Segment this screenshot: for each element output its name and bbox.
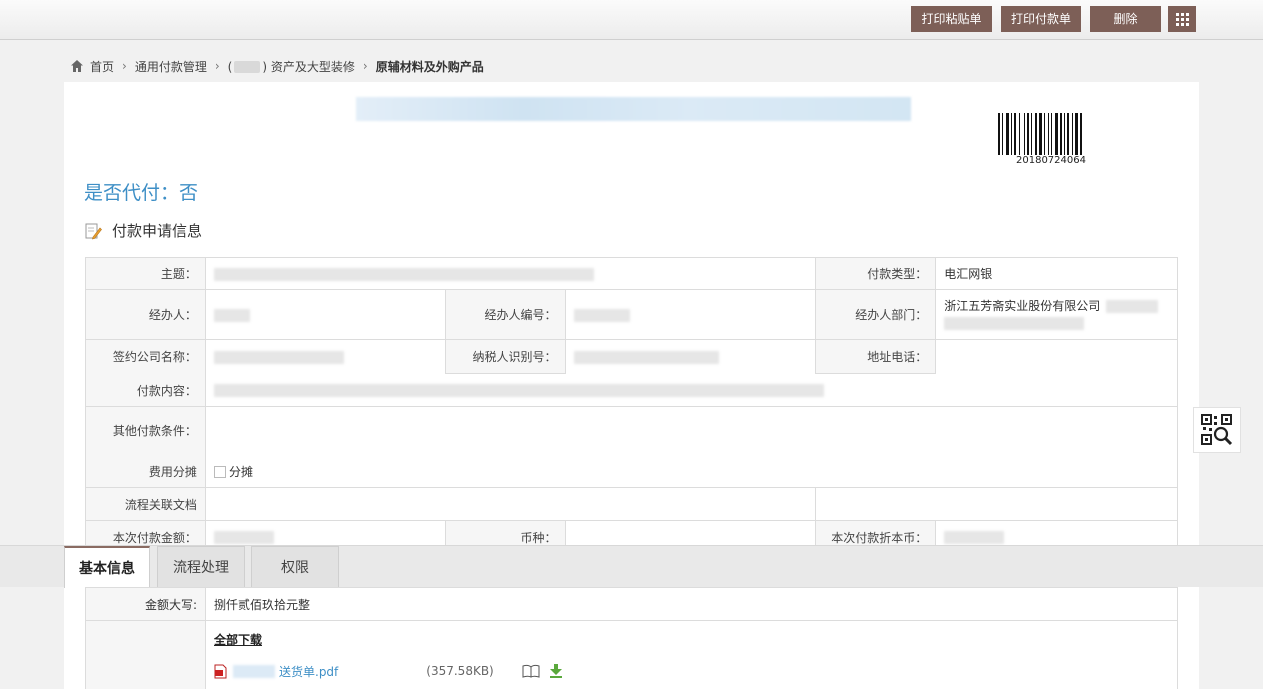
grid-icon bbox=[1175, 12, 1189, 26]
related-docs-extra bbox=[815, 487, 1178, 521]
pdf-file-icon bbox=[214, 664, 227, 678]
content-label: 付款内容： bbox=[85, 373, 206, 407]
taxpayer-value bbox=[564, 339, 817, 374]
chevron-right-icon: › bbox=[122, 59, 127, 73]
subject-value bbox=[204, 257, 817, 290]
handler-no-value bbox=[564, 289, 817, 340]
section-title: 付款申请信息 bbox=[84, 220, 202, 241]
handler-no-label: 经办人编号： bbox=[444, 289, 566, 340]
tab-basic-info[interactable]: 基本信息 bbox=[64, 546, 150, 588]
address-value bbox=[935, 339, 1178, 374]
breadcrumb-level1[interactable]: 通用付款管理 bbox=[135, 58, 207, 75]
lower-form-table: 金额大写: 捌仟贰佰玖拾元整 全部下载 送货单.pdf (357.58KB) bbox=[85, 587, 1178, 689]
qr-search-icon bbox=[1201, 414, 1233, 446]
breadcrumb-level2-label: 资产及大型装修 bbox=[270, 59, 355, 74]
payment-type-label: 付款类型： bbox=[815, 257, 937, 290]
download-all-link[interactable]: 全部下载 bbox=[214, 631, 1169, 648]
handler-dept-text: 浙江五芳斋实业股份有限公司 bbox=[944, 298, 1101, 313]
document-title-masked bbox=[356, 97, 911, 121]
breadcrumb-home[interactable]: 首页 bbox=[90, 58, 114, 75]
section-title-text: 付款申请信息 bbox=[112, 222, 203, 240]
handler-value bbox=[204, 289, 446, 340]
masked-text bbox=[234, 61, 261, 73]
tab-permissions[interactable]: 权限 bbox=[251, 546, 339, 588]
attachments-cell: 全部下载 送货单.pdf (357.58KB) bbox=[205, 620, 1178, 689]
home-icon bbox=[71, 60, 83, 72]
address-label: 地址电话： bbox=[815, 339, 937, 374]
grid-menu-button[interactable] bbox=[1168, 6, 1196, 32]
handler-dept-label: 经办人部门： bbox=[815, 289, 937, 340]
attachments-label bbox=[85, 620, 206, 689]
handler-dept-value: 浙江五芳斋实业股份有限公司 bbox=[935, 289, 1178, 340]
breadcrumb-current: 原辅材料及外购产品 bbox=[375, 59, 484, 74]
amount-words-label: 金额大写: bbox=[85, 587, 206, 621]
barcode bbox=[998, 113, 1082, 155]
subject-label: 主题： bbox=[85, 257, 206, 290]
print-payment-button[interactable]: 打印付款单 bbox=[1001, 6, 1081, 32]
tab-bar: 基本信息 流程处理 权限 bbox=[0, 545, 1263, 588]
delete-button[interactable]: 删除 bbox=[1090, 6, 1161, 32]
other-terms-value bbox=[204, 406, 1179, 455]
handler-label: 经办人： bbox=[85, 289, 206, 340]
company-label: 签约公司名称： bbox=[85, 339, 206, 374]
download-icon[interactable] bbox=[548, 664, 564, 678]
tab-process[interactable]: 流程处理 bbox=[157, 546, 245, 588]
chevron-right-icon: › bbox=[214, 59, 220, 73]
payment-form-table: 主题： 付款类型： 电汇网银 经办人： 经办人编号： 经办人部门： 浙江五芳斋实… bbox=[85, 257, 1179, 554]
related-docs-value bbox=[204, 487, 817, 521]
other-terms-label: 其他付款条件： bbox=[85, 406, 206, 455]
breadcrumb-level2-suffix: ) bbox=[262, 59, 268, 74]
barcode-number: 20180724064 bbox=[1016, 155, 1086, 166]
amount-words-value: 捌仟贰佰玖拾元整 bbox=[205, 587, 1178, 621]
qr-scan-button[interactable] bbox=[1193, 407, 1241, 453]
top-toolbar: 打印粘贴单 打印付款单 删除 bbox=[0, 0, 1263, 40]
preview-book-icon[interactable] bbox=[522, 664, 540, 678]
content-value bbox=[204, 373, 1179, 407]
payment-type-value: 电汇网银 bbox=[935, 257, 1178, 290]
taxpayer-label: 纳税人识别号： bbox=[444, 339, 566, 374]
breadcrumb-level2[interactable]: () 资产及大型装修 bbox=[228, 58, 355, 75]
related-docs-label: 流程关联文档 bbox=[85, 487, 206, 521]
cost-split-value: 分摊 bbox=[204, 454, 1179, 488]
chevron-right-icon: › bbox=[362, 59, 368, 73]
breadcrumb: 首页 › 通用付款管理 › () 资产及大型装修 › 原辅材料及外购产品 bbox=[70, 57, 484, 75]
attachment-size: (357.58KB) bbox=[426, 664, 494, 678]
edit-document-icon bbox=[85, 223, 102, 239]
company-value bbox=[204, 339, 446, 374]
attachment-link[interactable]: 送货单.pdf bbox=[279, 663, 338, 680]
breadcrumb-level2-prefix: ( bbox=[227, 59, 233, 74]
attachment-item: 送货单.pdf (357.58KB) bbox=[214, 660, 1169, 682]
print-sticker-button[interactable]: 打印粘贴单 bbox=[911, 6, 992, 32]
cost-split-option: 分摊 bbox=[228, 464, 253, 479]
cost-split-label: 费用分摊 bbox=[85, 454, 206, 488]
cost-split-checkbox[interactable] bbox=[213, 466, 226, 478]
on-behalf-status: 是否代付：否 bbox=[84, 182, 199, 204]
